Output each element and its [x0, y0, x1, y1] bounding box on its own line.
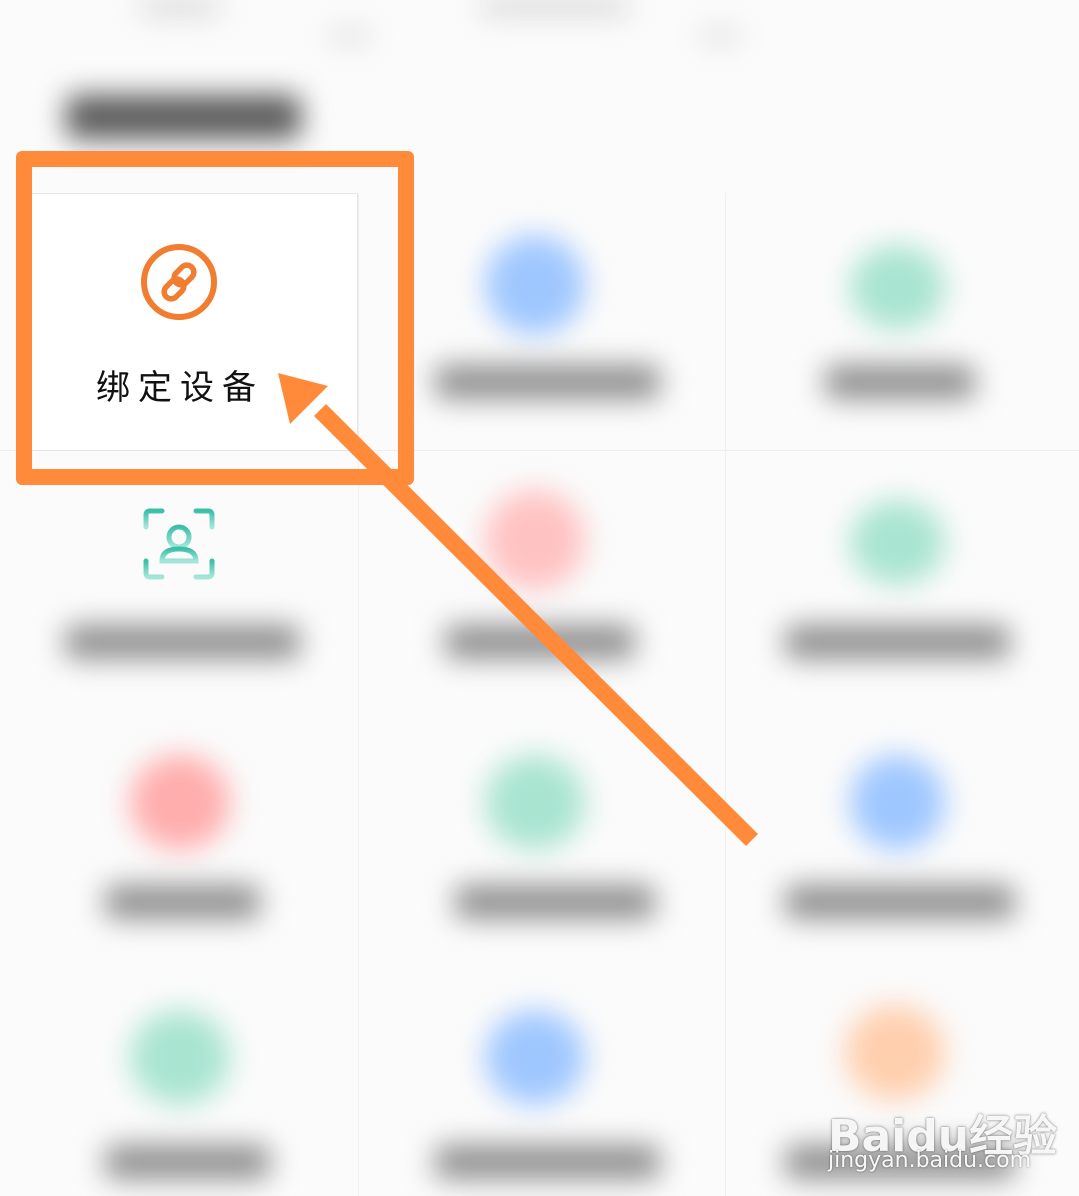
watermark-url: jingyan.baidu.com — [828, 1148, 1032, 1173]
annotation-arrow — [278, 373, 758, 847]
